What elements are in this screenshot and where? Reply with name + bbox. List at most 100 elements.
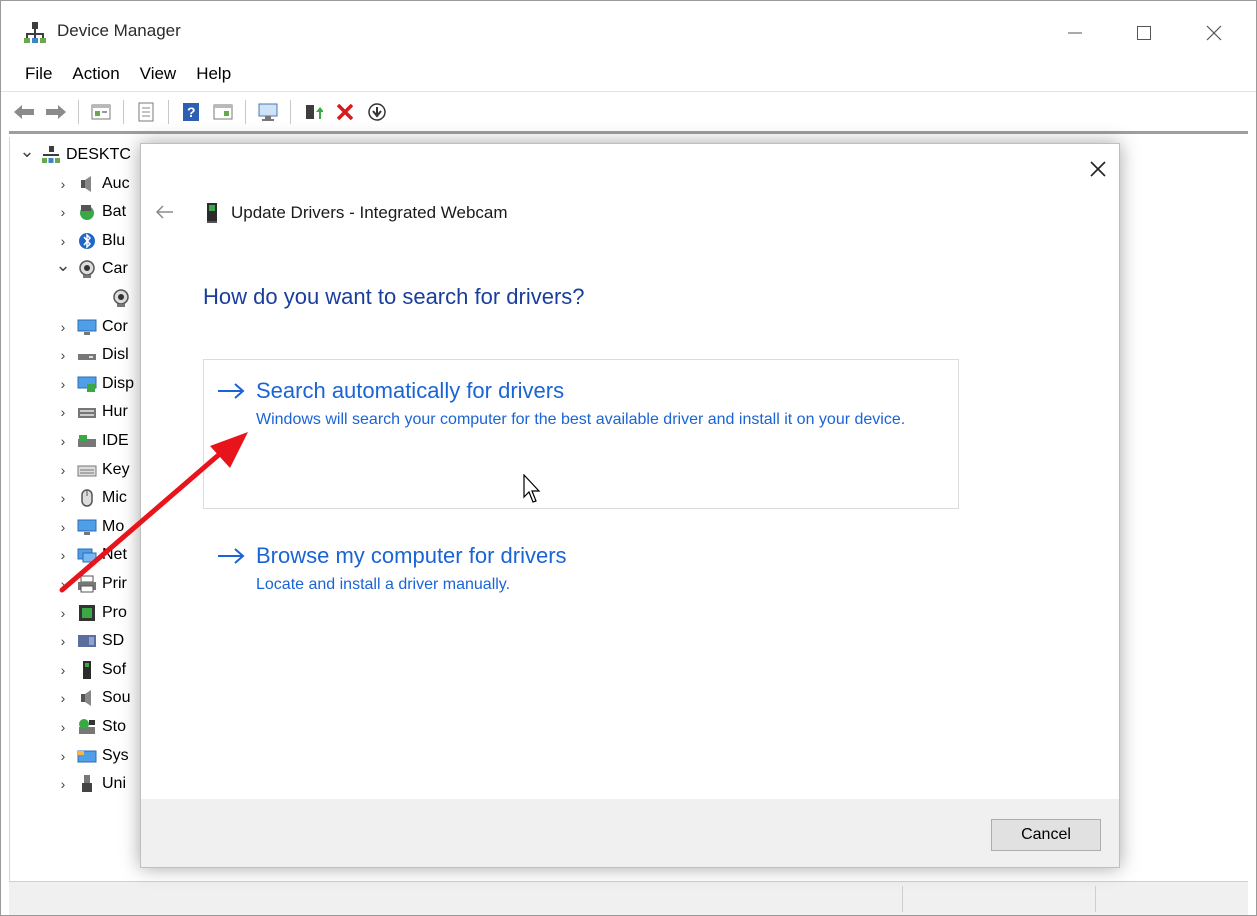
- tree-item-icon: [76, 573, 98, 595]
- tree-item[interactable]: › Sof: [54, 656, 126, 684]
- svg-text:?: ?: [187, 104, 196, 120]
- cancel-button[interactable]: Cancel: [991, 819, 1101, 851]
- tree-item[interactable]: › Sto: [54, 713, 126, 741]
- properties-button[interactable]: [88, 99, 114, 125]
- device-manager-icon: [24, 22, 46, 43]
- chevron-right-icon[interactable]: ›: [54, 404, 72, 420]
- chevron-right-icon[interactable]: ›: [54, 662, 72, 678]
- close-button[interactable]: [1184, 11, 1244, 55]
- tree-item-label: Disl: [102, 346, 129, 364]
- scan-button[interactable]: [133, 99, 159, 125]
- maximize-button[interactable]: [1114, 11, 1174, 55]
- tree-item-child[interactable]: [88, 284, 136, 312]
- chevron-right-icon[interactable]: ›: [54, 462, 72, 478]
- chevron-right-icon[interactable]: ›: [54, 719, 72, 735]
- tree-item[interactable]: › SD: [54, 627, 125, 655]
- status-bar: [9, 881, 1248, 915]
- tree-item[interactable]: › Sys: [54, 742, 129, 770]
- download-button[interactable]: [364, 99, 390, 125]
- update-driver-button[interactable]: [300, 99, 326, 125]
- menu-action[interactable]: Action: [62, 64, 129, 84]
- tree-item[interactable]: ⌄ DESKTC: [18, 141, 131, 169]
- chevron-right-icon[interactable]: ›: [54, 347, 72, 363]
- tree-item-label: Sto: [102, 718, 127, 735]
- view-button[interactable]: [210, 99, 236, 125]
- tree-item-label: Auc: [102, 174, 130, 192]
- chevron-down-icon[interactable]: ⌄: [54, 255, 72, 276]
- computer-button[interactable]: [255, 99, 281, 125]
- bluetooth-icon: [79, 232, 95, 249]
- search-automatically-option[interactable]: Search automatically for drivers Windows…: [203, 359, 959, 509]
- tree-item[interactable]: › Net: [54, 541, 127, 569]
- tree-item-label: Car: [102, 260, 128, 278]
- uninstall-button[interactable]: [332, 99, 358, 125]
- tree-item[interactable]: › Pro: [54, 599, 127, 627]
- tree-item-icon: [76, 516, 98, 538]
- chevron-right-icon[interactable]: ›: [54, 605, 72, 621]
- tree-item[interactable]: › Mo: [54, 513, 124, 541]
- arrow-right-icon: [218, 548, 245, 564]
- tree-item[interactable]: › Blu: [54, 227, 125, 255]
- help-button[interactable]: ?: [178, 99, 204, 125]
- tree-item-icon: [76, 773, 98, 795]
- browse-computer-option[interactable]: Browse my computer for drivers Locate an…: [203, 524, 959, 614]
- tree-item-icon: [76, 745, 98, 767]
- back-button[interactable]: [155, 204, 175, 224]
- menu-view[interactable]: View: [130, 64, 187, 84]
- tree-item[interactable]: › Disp: [54, 370, 134, 398]
- chevron-right-icon[interactable]: ›: [54, 176, 72, 192]
- tree-item[interactable]: › Sou: [54, 684, 130, 712]
- chevron-right-icon[interactable]: ›: [54, 204, 72, 220]
- properties-icon: [91, 104, 111, 119]
- tree-item-label: SD: [102, 632, 125, 650]
- tree-item[interactable]: › Disl: [54, 341, 129, 369]
- chevron-right-icon[interactable]: ›: [54, 748, 72, 764]
- chevron-right-icon[interactable]: ›: [54, 319, 72, 335]
- tree-item-icon: [76, 373, 98, 395]
- tree-item[interactable]: ⌄ Car: [54, 255, 128, 283]
- minimize-button[interactable]: [1045, 11, 1105, 55]
- tree-item[interactable]: › Bat: [54, 198, 126, 226]
- tree-item[interactable]: › Prir: [54, 570, 127, 598]
- chevron-right-icon[interactable]: ›: [54, 576, 72, 592]
- chevron-right-icon[interactable]: ›: [54, 519, 72, 535]
- tree-item[interactable]: › Auc: [54, 170, 130, 198]
- chevron-right-icon[interactable]: ›: [54, 376, 72, 392]
- scan-icon: [138, 102, 154, 121]
- tree-item-label: Sou: [102, 689, 131, 707]
- tree-item-icon: [40, 144, 62, 166]
- help-icon: ?: [183, 102, 199, 121]
- sd-icon: [78, 635, 96, 648]
- chevron-right-icon[interactable]: ›: [54, 490, 72, 506]
- option-description: Windows will search your computer for th…: [256, 411, 906, 428]
- usb-icon: [82, 775, 92, 793]
- menu-file[interactable]: File: [15, 64, 62, 84]
- chevron-right-icon[interactable]: ›: [54, 547, 72, 563]
- disk-icon: [78, 354, 96, 361]
- tree-item[interactable]: › Mic: [54, 484, 127, 512]
- option-title-text: Search automatically for drivers: [256, 378, 565, 403]
- webcam-icon: [113, 289, 129, 307]
- tree-item[interactable]: › Key: [54, 456, 130, 484]
- tree-item-icon: [110, 287, 132, 309]
- tree-item[interactable]: › Cor: [54, 313, 128, 341]
- arrow-right-icon: [218, 383, 245, 399]
- back-button[interactable]: [11, 99, 37, 125]
- tree-item[interactable]: › Uni: [54, 770, 126, 798]
- chevron-down-icon[interactable]: ⌄: [18, 141, 36, 162]
- menu-help[interactable]: Help: [186, 64, 241, 84]
- tree-item-icon: [76, 544, 98, 566]
- chevron-right-icon[interactable]: ›: [54, 233, 72, 249]
- tree-item-icon: [76, 687, 98, 709]
- tree-item[interactable]: › IDE: [54, 427, 129, 455]
- chevron-right-icon[interactable]: ›: [54, 776, 72, 792]
- chevron-right-icon[interactable]: ›: [54, 690, 72, 706]
- forward-button[interactable]: [43, 99, 69, 125]
- dialog-close-button[interactable]: [1085, 156, 1111, 182]
- tree-item-label: Sof: [102, 660, 127, 678]
- tree-item[interactable]: › Hur: [54, 398, 128, 426]
- chevron-right-icon[interactable]: ›: [54, 433, 72, 449]
- toolbar-separator: [290, 99, 291, 124]
- minimize-icon: [1068, 32, 1082, 34]
- chevron-right-icon[interactable]: ›: [54, 633, 72, 649]
